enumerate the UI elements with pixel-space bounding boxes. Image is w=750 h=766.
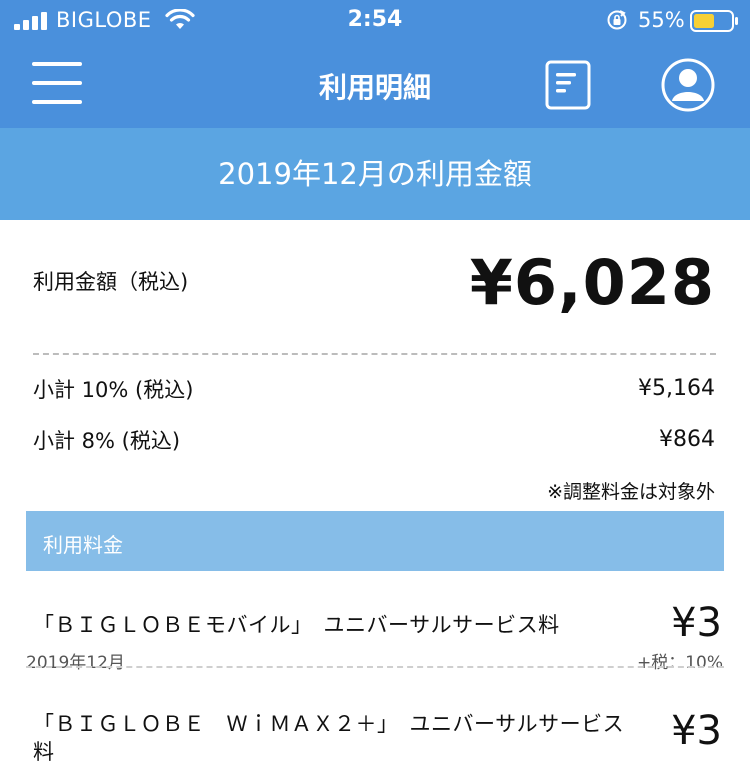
summary-divider — [33, 353, 716, 355]
battery-percentage: 55% — [638, 8, 685, 32]
subtotal-10-label: 小計 10% (税込) — [33, 378, 194, 402]
rotation-lock-icon — [607, 10, 627, 30]
total-amount-value: ¥6,028 — [469, 246, 715, 319]
line-item-name: 「ＢＩＧＬＯＢＥモバイル」 ユニバーサルサービス料 — [33, 613, 560, 637]
status-bar: BIGLOBE 2:54 55% — [0, 0, 750, 42]
line-item-name: 「ＢＩＧＬＯＢＥ ＷｉＭＡＸ２＋」 ユニバーサルサービス — [33, 712, 625, 736]
line-item-divider — [26, 666, 724, 668]
page-title: 利用明細 — [318, 71, 431, 104]
hamburger-menu-icon[interactable] — [32, 62, 82, 104]
user-account-icon[interactable] — [661, 58, 715, 112]
section-title: 利用料金 — [43, 533, 123, 557]
line-item-price: ¥3 — [671, 708, 722, 754]
navigation-bar: 利用明細 — [0, 42, 750, 128]
line-item-price: ¥3 — [671, 600, 722, 646]
adjustment-note: ※調整料金は対象外 — [547, 481, 715, 503]
month-header: 2019年12月の利用金額 — [0, 128, 750, 220]
subtotal-10-value: ¥5,164 — [638, 376, 715, 401]
section-header-usage-fees: 利用料金 — [26, 511, 724, 571]
subtotal-8-value: ¥864 — [659, 427, 715, 452]
line-item-tax-rate: +税：10% — [636, 653, 723, 673]
total-amount-label: 利用金額（税込) — [33, 270, 189, 294]
line-item-date: 2019年12月 — [26, 653, 125, 673]
battery-icon — [690, 10, 738, 32]
subtotal-8-label: 小計 8% (税込) — [33, 429, 181, 453]
line-item-name-continued: 料 — [33, 740, 55, 764]
document-icon[interactable] — [545, 60, 591, 110]
